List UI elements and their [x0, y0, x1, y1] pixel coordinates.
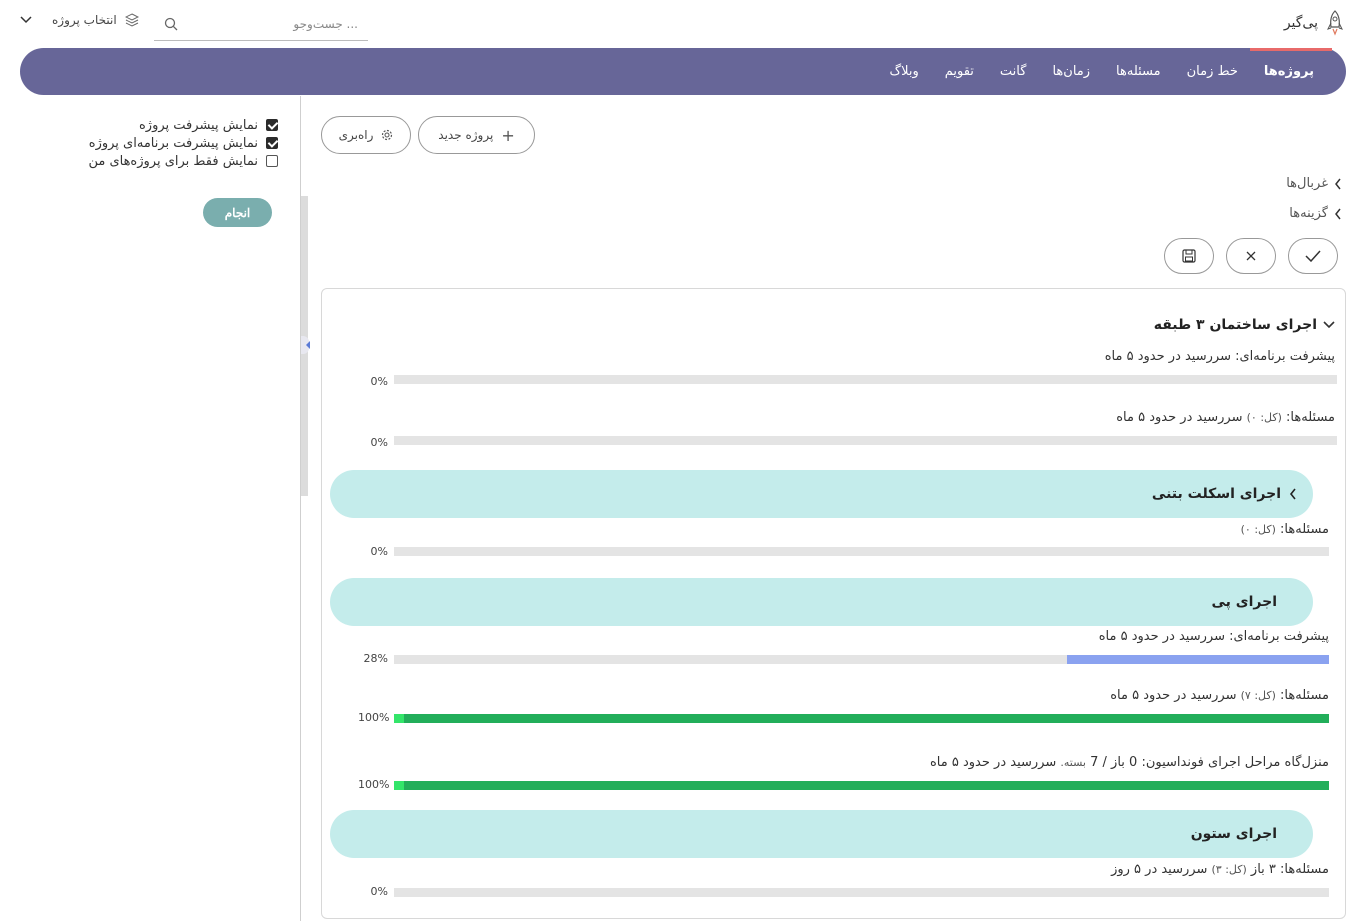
issues-label: مسئله‌ها: (کل: ۰) سررسید در حدود ۵ ماه [1116, 410, 1335, 425]
progress-bar [394, 714, 1329, 723]
new-project-button[interactable]: + پروژه جدید [418, 116, 535, 154]
progress-bar [394, 781, 1329, 790]
new-project-label: پروژه جدید [438, 128, 494, 142]
checkbox-show-planned-progress[interactable] [266, 137, 278, 149]
option-label: نمایش پیشرفت برنامه‌ای پروژه [88, 135, 258, 151]
progress-percent: 100% [358, 711, 390, 724]
planned-progress-label: پیشرفت برنامه‌ای: سررسید در حدود ۵ ماه [1098, 629, 1329, 644]
project-select-label: انتخاب پروژه [52, 13, 117, 27]
filters-label: غربال‌ها [1286, 176, 1328, 191]
nav-item-calendar[interactable]: تقویم [945, 48, 974, 95]
nav-item-gantt[interactable]: گانت [1000, 48, 1027, 95]
sidebar-collapse-toggle[interactable] [301, 336, 310, 354]
options-label: گزینه‌ها [1289, 206, 1328, 221]
issues-label: مسئله‌ها: (کل: ۰) [1240, 522, 1329, 537]
apply-button[interactable]: انجام [203, 198, 272, 227]
group-title: اجرای اسکلت بتنی [1151, 486, 1281, 502]
subproject-group[interactable]: اجرای پی [330, 578, 1313, 626]
progress-percent: 100% [358, 778, 390, 791]
apply-filter-button[interactable] [1288, 238, 1338, 274]
option-label: نمایش فقط برای پروژه‌های من [88, 153, 258, 169]
option-label: نمایش پیشرفت پروژه [139, 117, 258, 133]
subproject-group[interactable]: اجرای اسکلت بتنی [330, 470, 1313, 518]
progress-bar [394, 888, 1329, 897]
option-show-progress[interactable]: نمایش پیشرفت پروژه [88, 116, 278, 134]
nav-item-time-entries[interactable]: زمان‌ها [1052, 48, 1090, 95]
rocket-icon [1327, 10, 1343, 36]
project-title[interactable]: اجرای ساختمان ۳ طبقه [1154, 317, 1335, 333]
main-nav: پروژه‌ها خط زمان مسئله‌ها زمان‌ها گانت ت… [20, 48, 1346, 95]
checkbox-only-my-projects[interactable] [266, 155, 278, 167]
progress-percent: 28% [363, 652, 388, 665]
sidebar-options: نمایش پیشرفت پروژه نمایش پیشرفت برنامه‌ا… [88, 116, 278, 170]
chevron-left-icon [1289, 488, 1296, 500]
progress-bar [394, 375, 1337, 384]
help-label: راه‌بری [338, 128, 374, 142]
progress-percent: 0% [370, 375, 388, 388]
brand[interactable]: پی‌گیر [1284, 10, 1344, 36]
plus-icon: + [501, 125, 515, 145]
progress-bar-fill [394, 781, 1329, 790]
progress-bar [394, 436, 1337, 445]
filters-toggle[interactable]: غربال‌ها [1286, 176, 1342, 191]
option-show-planned-progress[interactable]: نمایش پیشرفت برنامه‌ای پروژه [88, 134, 278, 152]
clear-filter-button[interactable] [1226, 238, 1276, 274]
milestone-label: منزل‌گاه مراحل اجرای فونداسیون: 0 باز / … [930, 755, 1329, 770]
progress-percent: 0% [370, 436, 388, 449]
project-panel: اجرای ساختمان ۳ طبقه پیشرفت برنامه‌ای: س… [321, 288, 1346, 919]
chevron-left-icon [1335, 208, 1341, 219]
project-title-text: اجرای ساختمان ۳ طبقه [1153, 317, 1317, 333]
options-toggle[interactable]: گزینه‌ها [1289, 206, 1342, 221]
chevron-down-icon [20, 16, 32, 24]
layers-icon [124, 13, 139, 27]
brand-name: پی‌گیر [1283, 15, 1318, 31]
option-only-my-projects[interactable]: نمایش فقط برای پروژه‌های من [88, 152, 278, 170]
progress-bar [394, 547, 1329, 556]
subproject-group[interactable]: اجرای ستون [330, 810, 1313, 858]
issues-label: مسئله‌ها: (کل: ۷) سررسید در حدود ۵ ماه [1110, 688, 1329, 703]
project-select[interactable]: انتخاب پروژه [20, 13, 139, 27]
nav-item-projects[interactable]: پروژه‌ها [1249, 48, 1333, 95]
nav-item-blog[interactable]: وبلاگ [889, 48, 918, 95]
progress-percent: 0% [370, 545, 388, 558]
chevron-down-icon [1323, 321, 1335, 329]
check-icon [1305, 250, 1321, 262]
search-box[interactable]: ... جست‌وجو [154, 8, 368, 41]
search-icon [164, 17, 178, 31]
progress-percent: 0% [370, 885, 388, 898]
nav-item-issues[interactable]: مسئله‌ها [1116, 48, 1161, 95]
save-query-button[interactable] [1164, 238, 1214, 274]
progress-bar [394, 655, 1329, 664]
group-title: اجرای ستون [1190, 826, 1277, 842]
help-button[interactable]: راه‌بری [321, 116, 411, 154]
gear-icon [382, 129, 393, 141]
group-title: اجرای پی [1211, 594, 1277, 610]
progress-bar-fill [394, 714, 1329, 723]
progress-bar-fill [1067, 655, 1329, 664]
checkbox-show-progress[interactable] [266, 119, 278, 131]
nav-item-timeline[interactable]: خط زمان [1187, 48, 1238, 95]
search-input[interactable]: ... جست‌وجو [184, 17, 358, 31]
issues-label: مسئله‌ها: ۳ باز (کل: ۳) سررسید در ۵ روز [1111, 862, 1329, 877]
save-icon [1182, 249, 1196, 263]
close-icon [1246, 251, 1256, 261]
chevron-left-icon [1335, 178, 1341, 189]
planned-progress-label: پیشرفت برنامه‌ای: سررسید در حدود ۵ ماه [1104, 349, 1335, 364]
